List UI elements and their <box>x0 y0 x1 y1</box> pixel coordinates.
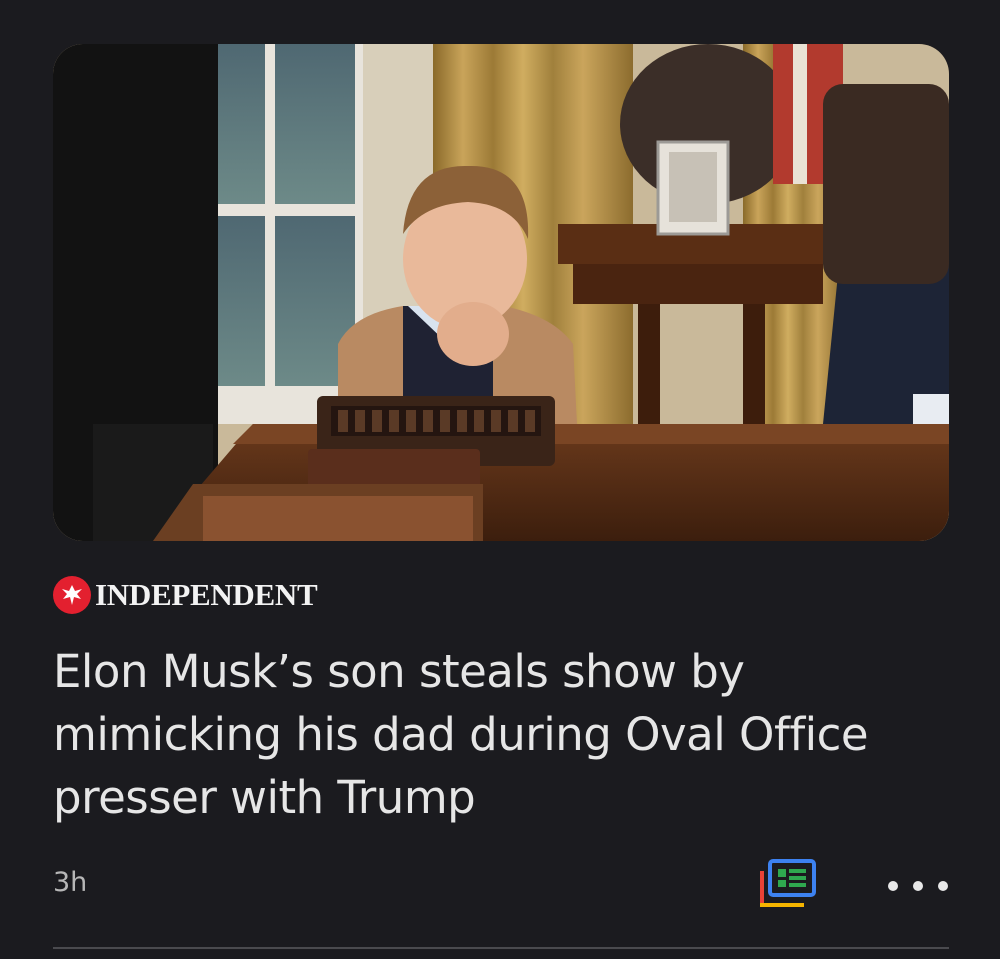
news-article-card[interactable]: INDEPENDENT Elon Musk’s son steals show … <box>0 0 1000 959</box>
card-divider <box>53 947 949 949</box>
article-headline[interactable]: Elon Musk’s son steals show by mimicking… <box>53 640 943 829</box>
full-coverage-icon <box>760 859 816 907</box>
article-timestamp: 3h <box>53 867 88 898</box>
more-horizontal-icon <box>888 881 898 891</box>
more-options-button[interactable] <box>888 868 948 904</box>
eagle-icon <box>53 576 91 614</box>
source-name: INDEPENDENT <box>95 577 318 612</box>
article-source[interactable]: INDEPENDENT <box>53 575 318 615</box>
full-coverage-button[interactable] <box>756 858 822 914</box>
article-hero-image[interactable] <box>53 44 949 541</box>
